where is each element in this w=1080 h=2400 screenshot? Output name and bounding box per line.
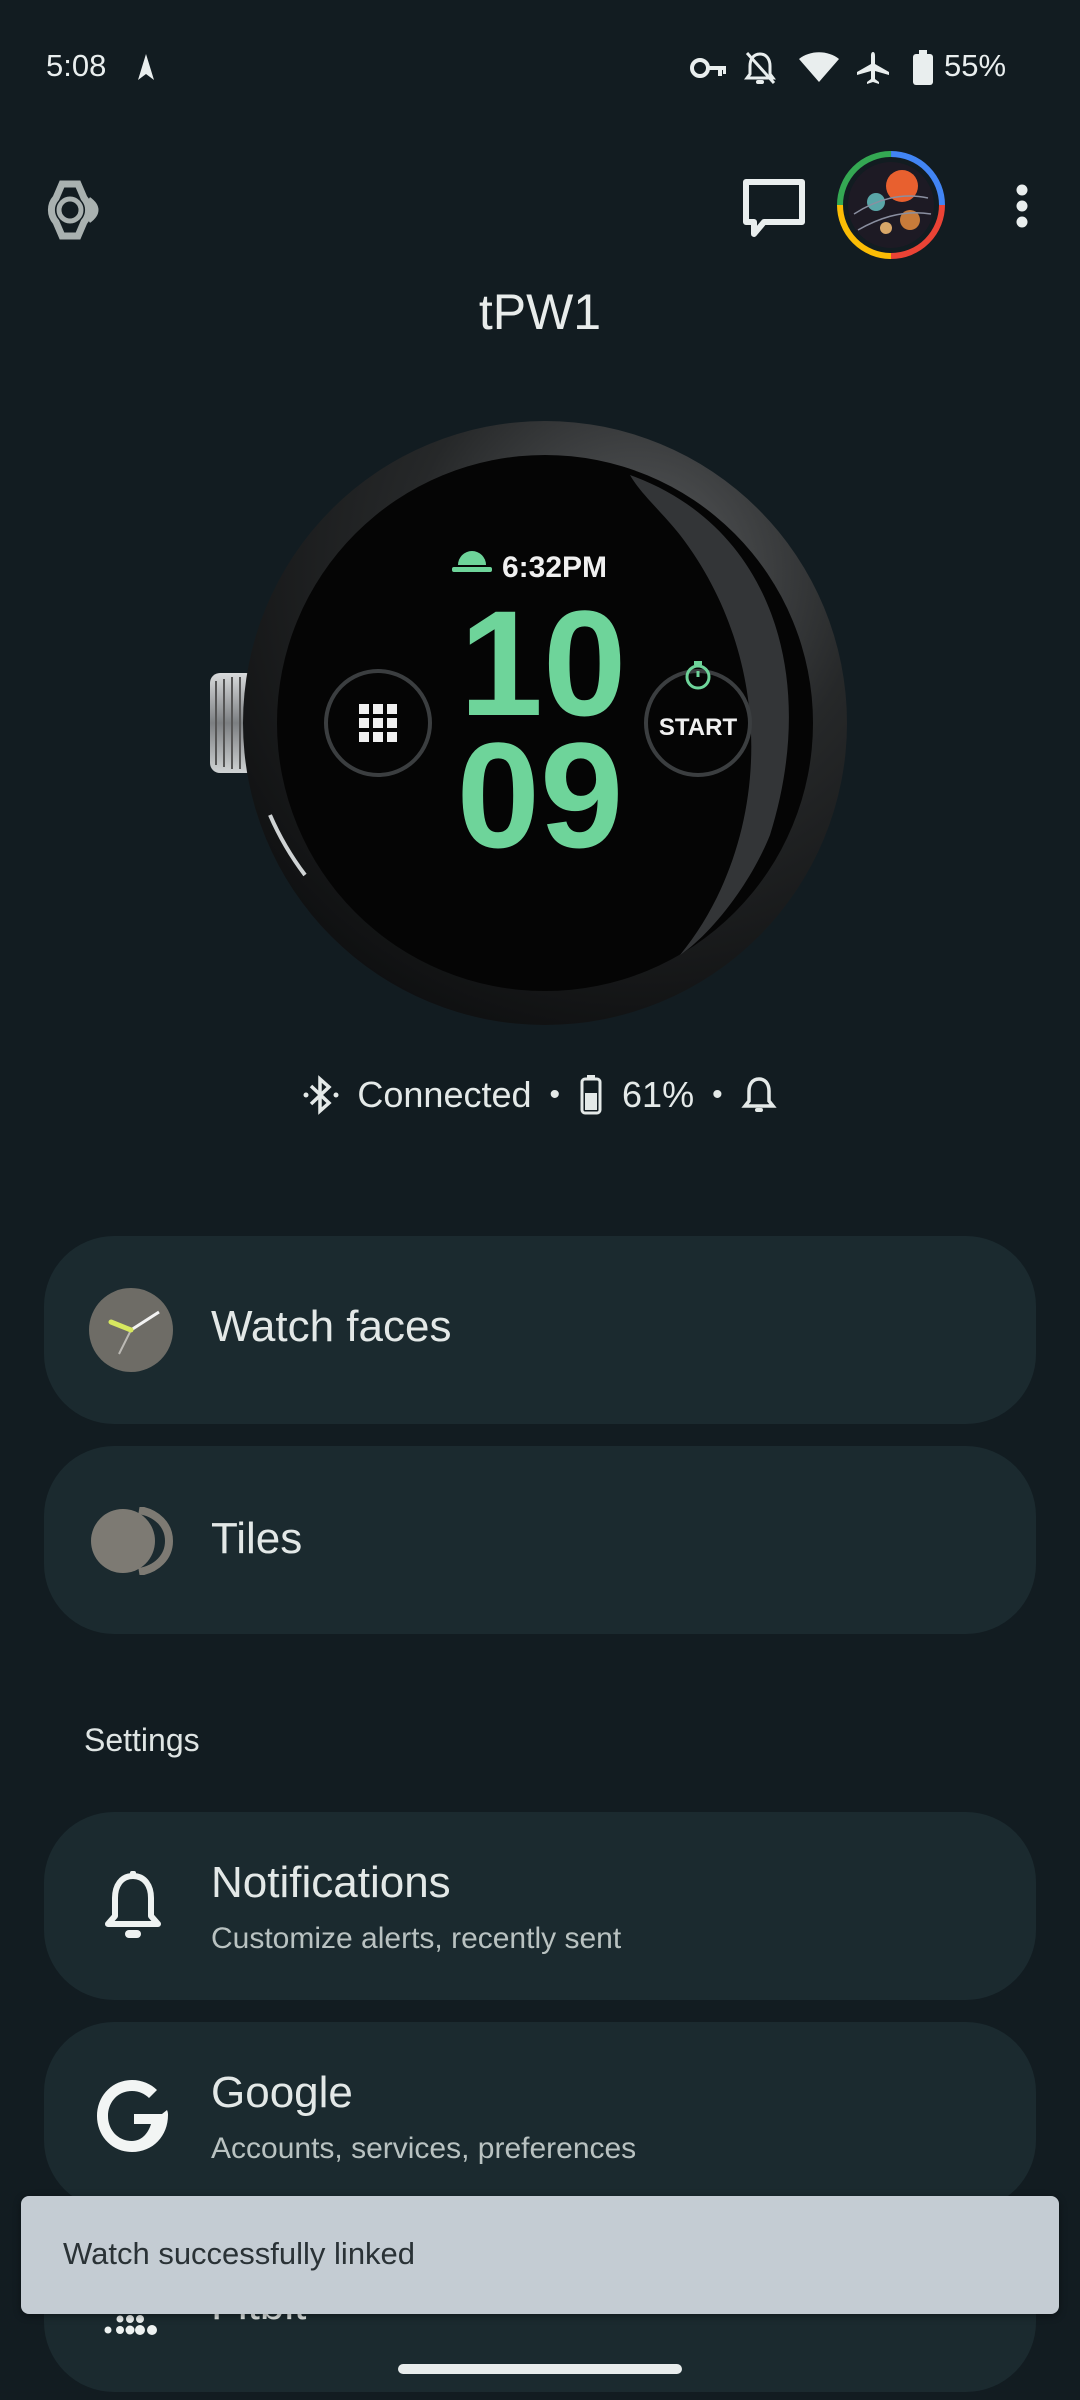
watch-battery-percent: 61% — [622, 1074, 695, 1115]
notifications-bell-icon — [105, 1871, 161, 1938]
watch-faces-card[interactable]: Watch faces — [44, 1236, 1036, 1424]
connection-status: Connected — [357, 1074, 532, 1115]
watch-battery-icon — [580, 1075, 602, 1115]
snackbar-message: Watch successfully linked — [63, 2236, 416, 2271]
snackbar: Watch successfully linked — [21, 2196, 1059, 2314]
bell-icon — [740, 1077, 777, 1112]
tiles-card[interactable]: Tiles — [44, 1446, 1036, 1634]
watch-preview[interactable]: 6:32PM START 10 09 — [210, 415, 860, 1035]
more-vert-icon — [1016, 184, 1028, 228]
status-time: 5:08 — [46, 48, 107, 83]
account-avatar[interactable] — [836, 150, 946, 260]
feedback-button[interactable] — [740, 176, 810, 242]
battery-icon — [913, 50, 933, 85]
status-bar: 5:08 55% — [0, 0, 1080, 140]
watch-minutes: 09 — [457, 711, 624, 879]
battery-percent: 55% — [944, 48, 1007, 83]
google-card[interactable]: Google Accounts, services, preferences — [44, 2022, 1036, 2210]
start-label: START — [659, 714, 738, 741]
tiles-label: Tiles — [211, 1514, 303, 1563]
watch-name: tPW1 — [478, 284, 602, 340]
bluetooth-icon — [303, 1075, 339, 1115]
google-g-icon — [97, 2080, 168, 2152]
apps-grid-icon — [359, 704, 397, 742]
separator-dot: • — [712, 1078, 723, 1111]
wifi-icon — [799, 52, 839, 82]
watch-faces-label: Watch faces — [211, 1302, 452, 1351]
navigation-icon — [138, 54, 154, 80]
separator-dot: • — [549, 1078, 561, 1111]
notifications-subtitle: Customize alerts, recently sent — [211, 1922, 622, 1955]
tiles-icon — [91, 1507, 174, 1575]
watch-face-clock-icon — [89, 1288, 173, 1372]
notifications-card[interactable]: Notifications Customize alerts, recently… — [44, 1812, 1036, 2000]
google-title: Google — [211, 2068, 353, 2117]
notifications-title: Notifications — [211, 1858, 451, 1907]
more-options-button[interactable] — [1000, 178, 1044, 242]
watch-logo-icon[interactable] — [40, 178, 110, 242]
google-subtitle: Accounts, services, preferences — [211, 2132, 637, 2165]
vpn-key-icon — [690, 58, 726, 78]
feedback-icon — [743, 179, 805, 237]
watch-status-line: Connected • 61% • — [0, 1070, 1080, 1120]
settings-section-label: Settings — [84, 1722, 200, 1758]
notifications-off-icon — [744, 51, 776, 85]
gesture-nav-handle[interactable] — [398, 2364, 682, 2374]
airplane-mode-icon — [857, 52, 889, 84]
